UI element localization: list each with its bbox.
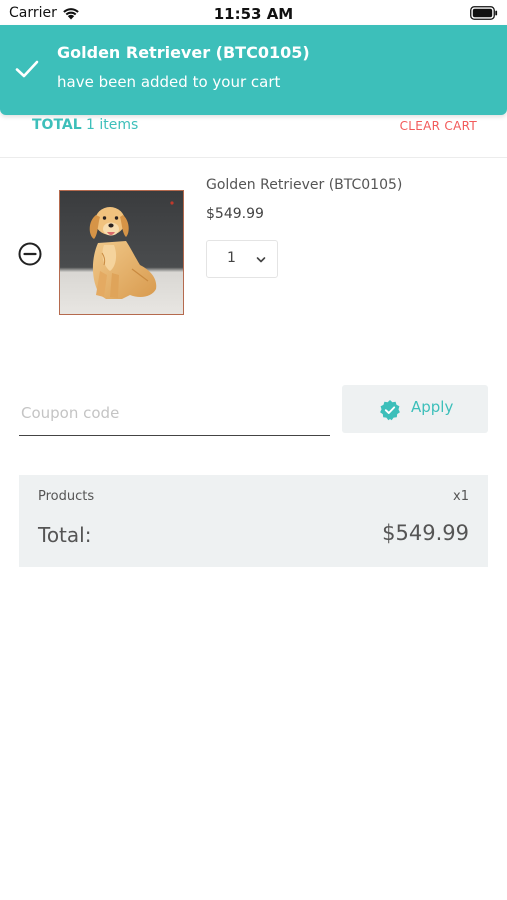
quantity-dropdown[interactable]: 1 [206,240,278,278]
total-amount: $549.99 [382,521,469,545]
product-name[interactable]: Golden Retriever (BTC0105) [206,177,402,193]
apply-coupon-button[interactable]: Apply [342,385,488,433]
product-image[interactable] [59,190,184,315]
products-label: Products [38,489,95,504]
coupon-code-input[interactable] [19,390,330,436]
dog-figurine-image [60,191,183,314]
quantity-value: 1 [227,250,236,266]
toast-message: have been added to your cart [57,73,281,91]
item-count: 1 items [86,117,139,133]
chevron-down-icon [256,257,266,263]
total-title: Total: [38,523,92,547]
remove-item-icon[interactable] [18,242,42,266]
added-to-cart-toast[interactable]: Golden Retriever (BTC0105) have been add… [0,25,507,115]
apply-label: Apply [411,398,454,416]
product-price: $549.99 [206,206,264,222]
clear-cart-button[interactable]: CLEAR CART [400,119,477,133]
status-bar: Carrier 11:53 AM [0,0,507,28]
toast-title: Golden Retriever (BTC0105) [57,43,310,62]
checkmark-icon [15,60,39,78]
products-count: x1 [453,489,469,504]
status-time: 11:53 AM [213,5,294,23]
order-summary: Products x1 Total: $549.99 [19,475,488,567]
total-label: TOTAL [32,117,82,133]
verified-badge-icon [380,400,400,421]
battery-icon [470,6,498,20]
header-divider [0,157,507,158]
